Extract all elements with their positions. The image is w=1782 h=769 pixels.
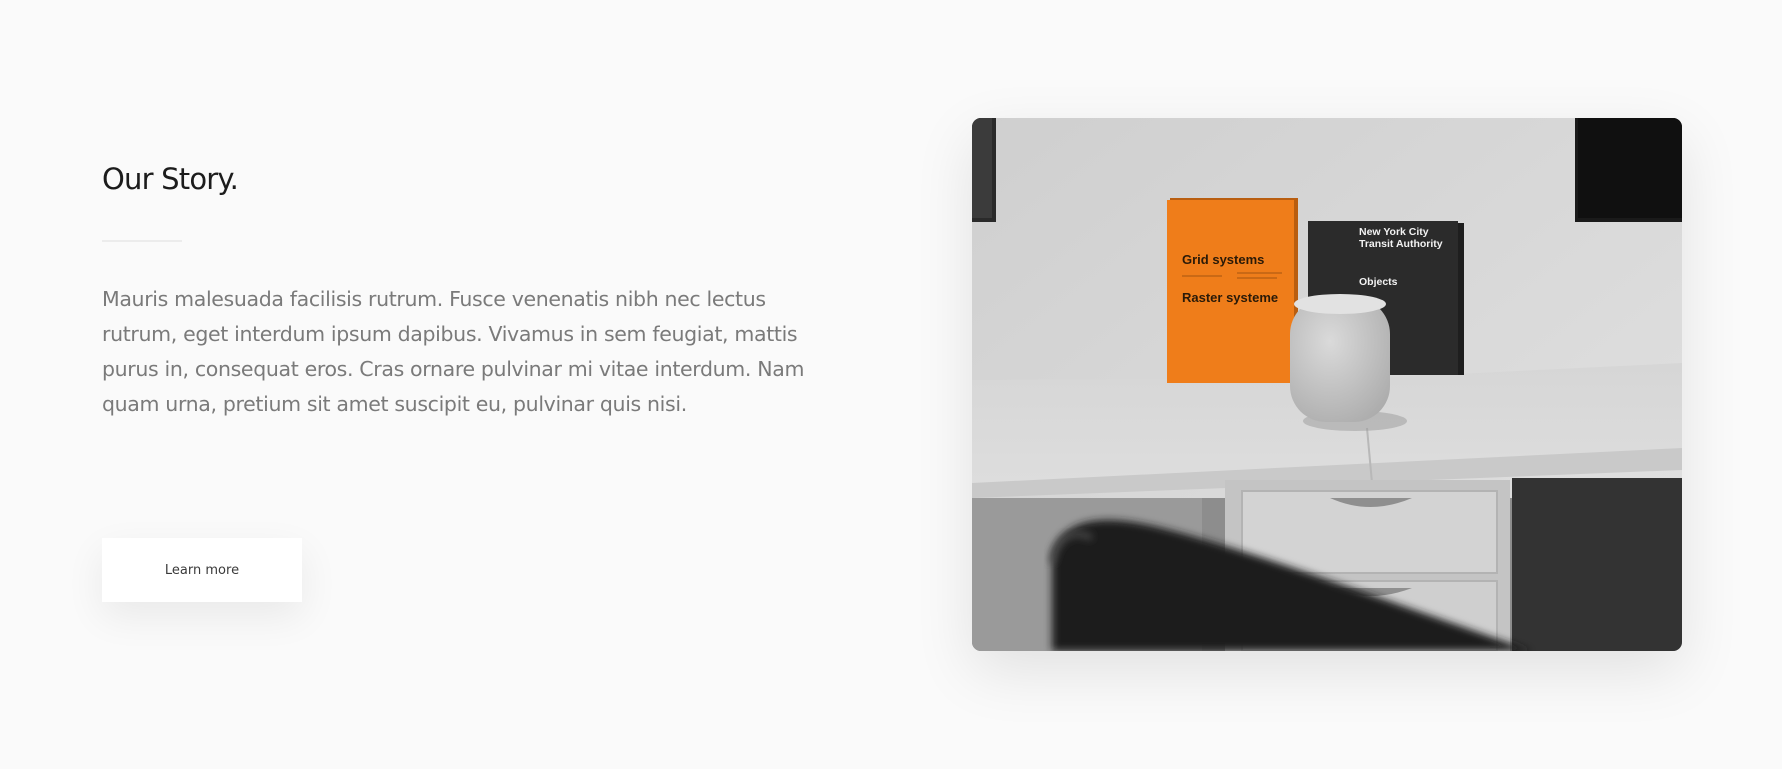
orange-book-title-2: Raster systeme	[1182, 290, 1278, 305]
desk-photo: Grid systems Raster systeme New York Cit…	[972, 118, 1682, 651]
section-title: Our Story.	[102, 162, 239, 196]
black-book-title-1: New York City	[1359, 226, 1429, 238]
black-book-subtitle: Objects	[1359, 276, 1398, 288]
black-book-title-2: Transit Authority	[1359, 238, 1443, 250]
learn-more-button[interactable]: Learn more	[102, 538, 302, 602]
orange-book-title-1: Grid systems	[1182, 252, 1264, 267]
title-divider	[102, 240, 182, 242]
our-story-section: Our Story. Mauris malesuada facilisis ru…	[102, 160, 822, 422]
story-paragraph: Mauris malesuada facilisis rutrum. Fusce…	[102, 287, 805, 416]
